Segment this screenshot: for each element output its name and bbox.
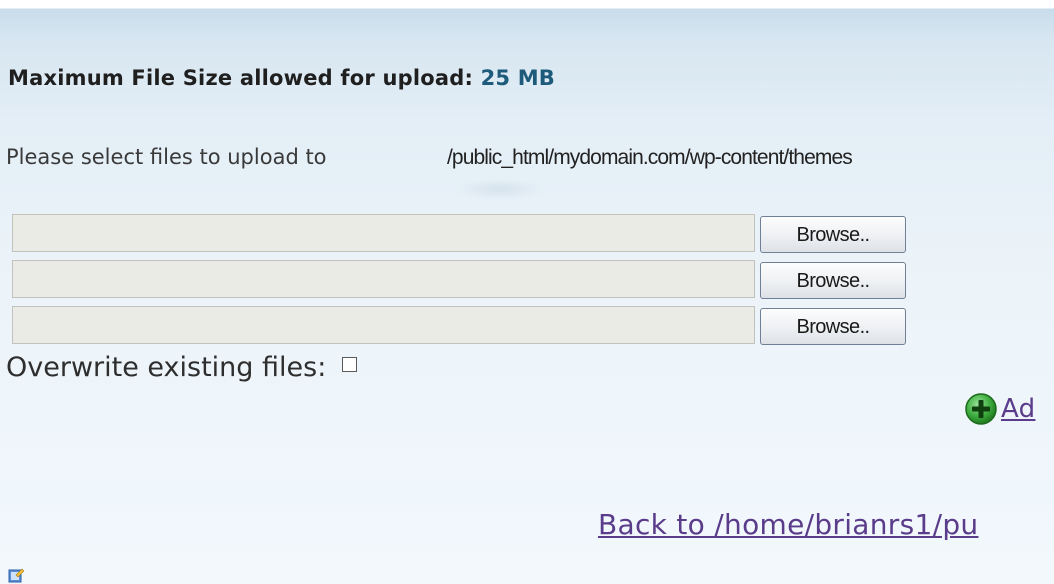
- browse-button[interactable]: Browse..: [760, 308, 906, 345]
- max-file-size-line: Maximum File Size allowed for upload: 25…: [8, 66, 555, 90]
- file-upload-row: Browse..: [12, 306, 906, 346]
- file-upload-row: Browse..: [12, 260, 906, 300]
- file-path-field[interactable]: [12, 260, 755, 298]
- browse-button[interactable]: Browse..: [760, 262, 906, 299]
- overwrite-label: Overwrite existing files:: [6, 352, 327, 383]
- browse-button[interactable]: Browse..: [760, 216, 906, 253]
- path-background-smudge: [455, 178, 545, 200]
- file-path-field[interactable]: [12, 214, 755, 252]
- file-upload-row: Browse..: [12, 214, 906, 254]
- add-more-files-label: Ad: [1001, 394, 1036, 424]
- back-link[interactable]: Back to /home/brianrs1/pu: [598, 508, 978, 541]
- plus-circle-icon: [965, 393, 997, 425]
- upload-destination-label: Please select files to upload to: [6, 145, 327, 169]
- overwrite-option: Overwrite existing files:: [6, 352, 358, 383]
- add-more-files-link[interactable]: Ad: [964, 392, 1035, 426]
- max-file-size-label: Maximum File Size allowed for upload:: [8, 66, 474, 90]
- max-file-size-value: 25 MB: [480, 66, 556, 90]
- edit-pencil-icon: [8, 568, 24, 583]
- file-path-field[interactable]: [12, 306, 755, 344]
- upload-page: Maximum File Size allowed for upload: 25…: [0, 0, 1054, 584]
- overwrite-checkbox[interactable]: [342, 357, 358, 372]
- upload-destination-path: /public_html/mydomain.com/wp-content/the…: [447, 146, 853, 169]
